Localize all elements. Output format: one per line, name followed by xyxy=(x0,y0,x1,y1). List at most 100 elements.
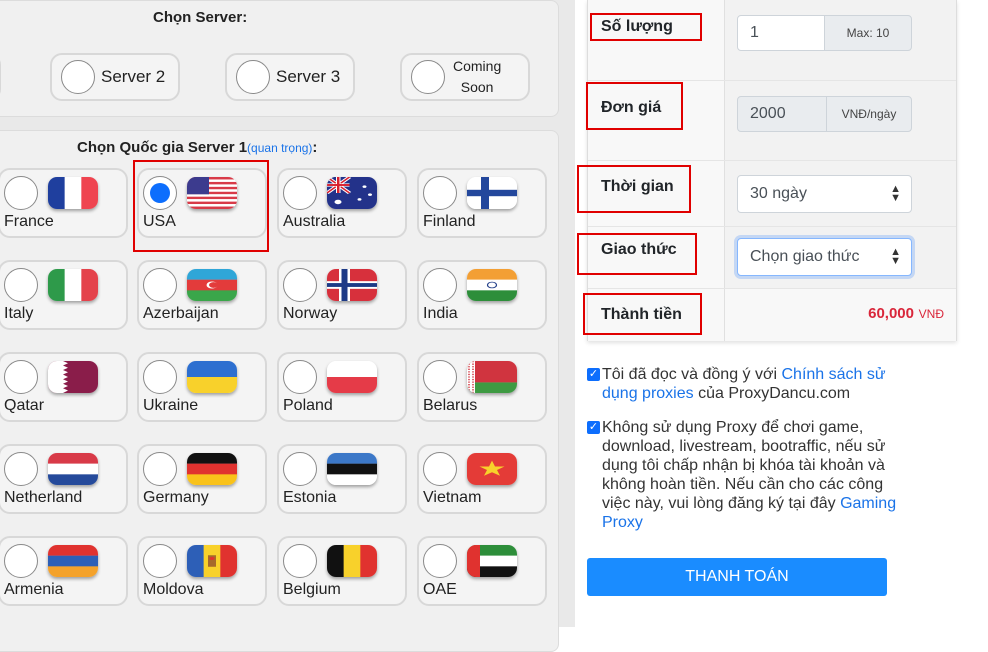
country-option-france[interactable]: France xyxy=(0,168,128,238)
armenia-flag-icon xyxy=(48,545,98,577)
australia-flag-icon xyxy=(327,177,377,209)
unit-price-highlight-box xyxy=(586,82,683,130)
vietnam-flag-icon xyxy=(467,453,517,485)
country-radio[interactable] xyxy=(423,452,457,486)
country-option-oae[interactable]: OAE xyxy=(417,536,547,606)
country-option-australia[interactable]: Australia xyxy=(277,168,407,238)
quantity-input[interactable]: 1 xyxy=(737,15,825,51)
country-option-armenia[interactable]: Armenia xyxy=(0,536,128,606)
server-3-label: Server 3 xyxy=(276,67,341,86)
belgium-flag-icon xyxy=(327,545,377,577)
server-2-label: Server 2 xyxy=(101,67,166,86)
country-radio[interactable] xyxy=(283,360,317,394)
country-option-netherland[interactable]: Netherland xyxy=(0,444,128,514)
country-name: Finland xyxy=(423,213,476,230)
unit-price-field: 2000 xyxy=(737,96,827,132)
usa-highlight-box xyxy=(133,160,269,252)
country-option-estonia[interactable]: Estonia xyxy=(277,444,407,514)
protocol-highlight-box xyxy=(577,233,697,275)
country-name: Estonia xyxy=(283,489,337,506)
country-name: Armenia xyxy=(4,581,64,598)
country-radio[interactable] xyxy=(423,360,457,394)
important-note: (quan trọng) xyxy=(247,141,313,155)
azerbaijan-flag-icon xyxy=(187,269,237,301)
country-option-azerbaijan[interactable]: Azerbaijan xyxy=(137,260,267,330)
qatar-flag-icon xyxy=(48,361,98,393)
germany-flag-icon xyxy=(187,453,237,485)
country-name: Netherland xyxy=(4,489,83,506)
server-3-option[interactable]: Server 3 xyxy=(225,53,355,101)
country-radio[interactable] xyxy=(143,544,177,578)
server-2-radio[interactable] xyxy=(61,60,95,94)
country-option-finland[interactable]: Finland xyxy=(417,168,547,238)
finland-flag-icon xyxy=(467,177,517,209)
country-radio[interactable] xyxy=(143,268,177,302)
country-option-vietnam[interactable]: Vietnam xyxy=(417,444,547,514)
protocol-select-value: Chọn giao thức xyxy=(750,248,860,265)
norway-flag-icon xyxy=(327,269,377,301)
country-name: Italy xyxy=(4,305,34,322)
country-name: India xyxy=(423,305,458,322)
country-option-germany[interactable]: Germany xyxy=(137,444,267,514)
coming-soon-option[interactable]: Coming Soon xyxy=(400,53,530,101)
country-radio[interactable] xyxy=(143,452,177,486)
netherlands-flag-icon xyxy=(48,453,98,485)
coming-soon-label: Coming Soon xyxy=(453,58,502,95)
country-name: France xyxy=(4,213,54,230)
policy-checkbox[interactable]: ✓ xyxy=(587,368,600,381)
duration-select[interactable]: 30 ngày ▲ ▼ xyxy=(737,175,912,213)
india-flag-icon xyxy=(467,269,517,301)
country-option-india[interactable]: India xyxy=(417,260,547,330)
country-option-norway[interactable]: Norway xyxy=(277,260,407,330)
country-option-belarus[interactable]: Belarus xyxy=(417,352,547,422)
server-selection-card: Chọn Server: Server 2 Server 3 Coming Soo… xyxy=(0,0,559,117)
unit-price-unit-addon: VNĐ/ngày xyxy=(826,96,912,132)
country-option-moldova[interactable]: Moldova xyxy=(137,536,267,606)
server-3-radio[interactable] xyxy=(236,60,270,94)
server-2-option[interactable]: Server 2 xyxy=(50,53,180,101)
country-radio[interactable] xyxy=(423,268,457,302)
country-radio[interactable] xyxy=(4,176,38,210)
country-option-belgium[interactable]: Belgium xyxy=(277,536,407,606)
country-radio[interactable] xyxy=(4,360,38,394)
country-option-qatar[interactable]: Qatar xyxy=(0,352,128,422)
country-radio[interactable] xyxy=(283,544,317,578)
country-name: Qatar xyxy=(4,397,45,414)
country-option-italy[interactable]: Italy xyxy=(0,260,128,330)
country-radio[interactable] xyxy=(4,452,38,486)
country-radio[interactable] xyxy=(283,176,317,210)
country-radio[interactable] xyxy=(423,176,457,210)
uae-flag-icon xyxy=(467,545,517,577)
country-option-ukraine[interactable]: Ukraine xyxy=(137,352,267,422)
country-radio[interactable] xyxy=(143,360,177,394)
quantity-highlight-box xyxy=(590,13,702,41)
country-radio[interactable] xyxy=(283,452,317,486)
select-arrows-icon: ▲ ▼ xyxy=(890,183,901,204)
country-option-poland[interactable]: Poland xyxy=(277,352,407,422)
country-radio[interactable] xyxy=(423,544,457,578)
server-1-option[interactable] xyxy=(0,53,1,101)
estonia-flag-icon xyxy=(327,453,377,485)
server-section-title: Chọn Server: xyxy=(153,9,248,26)
pay-button[interactable]: THANH TOÁN xyxy=(587,558,887,596)
country-radio[interactable] xyxy=(4,268,38,302)
quantity-max-addon: Max: 10 xyxy=(824,15,912,51)
country-radio[interactable] xyxy=(283,268,317,302)
country-name: Vietnam xyxy=(423,489,482,506)
country-name: Germany xyxy=(143,489,209,506)
gaming-agreement[interactable]: ✓ Không sử dụng Proxy để chơi game, down… xyxy=(587,418,897,532)
country-radio[interactable] xyxy=(4,544,38,578)
policy-agreement[interactable]: ✓ Tôi đã đọc và đồng ý với Chính sách sử… xyxy=(587,365,897,403)
protocol-select[interactable]: Chọn giao thức ▲ ▼ xyxy=(737,238,912,276)
country-name: Belgium xyxy=(283,581,341,598)
france-flag-icon xyxy=(48,177,98,209)
poland-flag-icon xyxy=(327,361,377,393)
country-name: Azerbaijan xyxy=(143,305,219,322)
select-arrows-icon: ▲ ▼ xyxy=(890,246,901,267)
gaming-checkbox[interactable]: ✓ xyxy=(587,421,600,434)
coming-soon-radio[interactable] xyxy=(411,60,445,94)
country-name: Norway xyxy=(283,305,338,322)
belarus-flag-icon xyxy=(467,361,517,393)
country-section-title: Chọn Quốc gia Server 1(quan trọng): xyxy=(77,139,318,156)
country-name: Ukraine xyxy=(143,397,199,414)
